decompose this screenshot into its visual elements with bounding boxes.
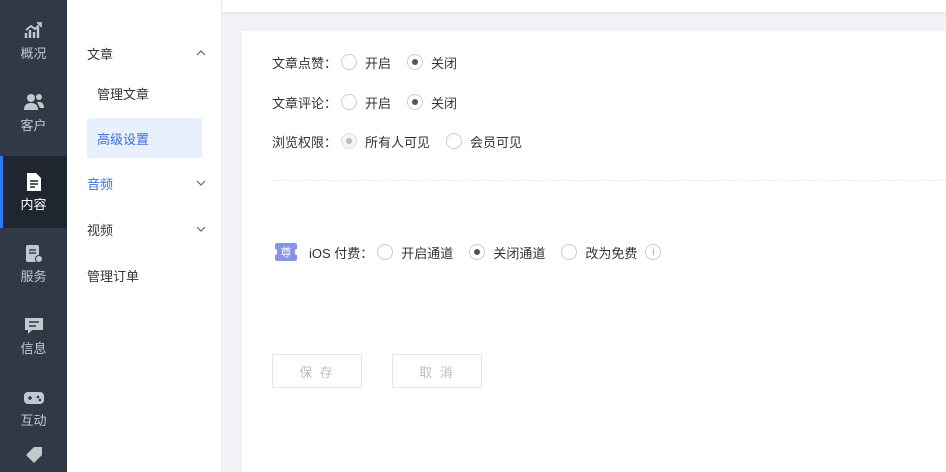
cancel-button[interactable]: 取 消 xyxy=(392,354,482,388)
chart-icon xyxy=(23,20,45,42)
nav-interaction[interactable]: 互动 xyxy=(0,372,67,444)
nav-messages[interactable]: 信息 xyxy=(0,300,67,372)
like-setting-row: 文章点赞： 开启 关闭 xyxy=(272,51,473,73)
document-icon xyxy=(23,171,45,193)
ios-payment-row: 尊 iOS 付费： 开启通道 关闭通道 改为免费 i xyxy=(273,241,662,263)
nav-service[interactable]: 服务 xyxy=(0,228,67,300)
section-divider xyxy=(272,180,946,181)
nav-content[interactable]: 内容 xyxy=(0,156,67,228)
nav-overview-label: 概况 xyxy=(20,46,47,61)
subnav-group-audio[interactable]: 音频 xyxy=(87,172,207,194)
vip-badge-icon: 尊 xyxy=(273,243,299,261)
like-on-radio[interactable]: 开启 xyxy=(341,53,391,72)
users-icon xyxy=(23,92,45,114)
message-icon xyxy=(23,315,45,337)
ios-open-channel-radio[interactable]: 开启通道 xyxy=(377,243,453,262)
subnav-item-manage-article-label: 管理文章 xyxy=(97,86,150,102)
subnav-group-audio-label: 音频 xyxy=(87,176,114,192)
comment-on-radio[interactable]: 开启 xyxy=(341,93,391,112)
comment-setting-label: 文章评论： xyxy=(272,95,338,111)
nav-overview[interactable]: 概况 xyxy=(0,5,67,77)
nav-content-label: 内容 xyxy=(20,197,47,212)
comment-setting-row: 文章评论： 开启 关闭 xyxy=(272,91,473,113)
ios-payment-label: iOS 付费： xyxy=(309,245,374,261)
tag-icon xyxy=(23,444,45,466)
subnav-group-article[interactable]: 文章 xyxy=(87,42,207,64)
nav-customers[interactable]: 客户 xyxy=(0,77,67,149)
ios-close-channel-radio[interactable]: 关闭通道 xyxy=(469,243,545,262)
top-header xyxy=(222,0,946,12)
ios-free-radio[interactable]: 改为免费 xyxy=(561,243,637,262)
comment-off-radio[interactable]: 关闭 xyxy=(407,93,457,112)
subnav-item-manage-orders-label: 管理订单 xyxy=(87,268,140,284)
subnav-group-video[interactable]: 视频 xyxy=(87,218,207,240)
chevron-down-icon xyxy=(196,180,206,186)
permission-setting-row: 浏览权限： 所有人可见 会员可见 xyxy=(272,130,538,152)
subnav-item-advanced-settings-label: 高级设置 xyxy=(97,131,150,147)
settings-panel: 文章点赞： 开启 关闭 文章评论： 开启 关闭 浏览权限： 所有人可见 会员可见… xyxy=(242,31,946,472)
permission-member-radio[interactable]: 会员可见 xyxy=(446,132,522,151)
subnav-group-video-label: 视频 xyxy=(87,222,114,238)
subnav-item-manage-orders[interactable]: 管理订单 xyxy=(87,264,207,286)
chevron-up-icon xyxy=(196,50,206,56)
nav-customers-label: 客户 xyxy=(20,118,47,133)
nav-interaction-label: 互动 xyxy=(20,413,47,428)
like-off-radio[interactable]: 关闭 xyxy=(407,53,457,72)
subnav-item-advanced-settings[interactable]: 高级设置 xyxy=(87,118,202,158)
permission-setting-label: 浏览权限： xyxy=(272,134,338,150)
nav-more[interactable] xyxy=(0,444,67,472)
permission-all-radio[interactable]: 所有人可见 xyxy=(341,132,430,151)
content-subnav: 文章 管理文章 高级设置 音频 视频 管理订单 xyxy=(67,0,222,472)
nav-service-label: 服务 xyxy=(20,269,47,284)
subnav-item-manage-article[interactable]: 管理文章 xyxy=(87,73,202,113)
subnav-group-article-label: 文章 xyxy=(87,46,114,62)
gamepad-icon xyxy=(23,387,45,409)
info-icon[interactable]: i xyxy=(645,244,662,260)
nav-messages-label: 信息 xyxy=(20,341,47,356)
chevron-down-icon xyxy=(196,226,206,232)
main-sidebar: 概况 客户 内容 服务 信息 互动 xyxy=(0,0,67,472)
service-icon xyxy=(23,243,45,265)
save-button[interactable]: 保 存 xyxy=(272,354,362,388)
like-setting-label: 文章点赞： xyxy=(272,55,338,71)
